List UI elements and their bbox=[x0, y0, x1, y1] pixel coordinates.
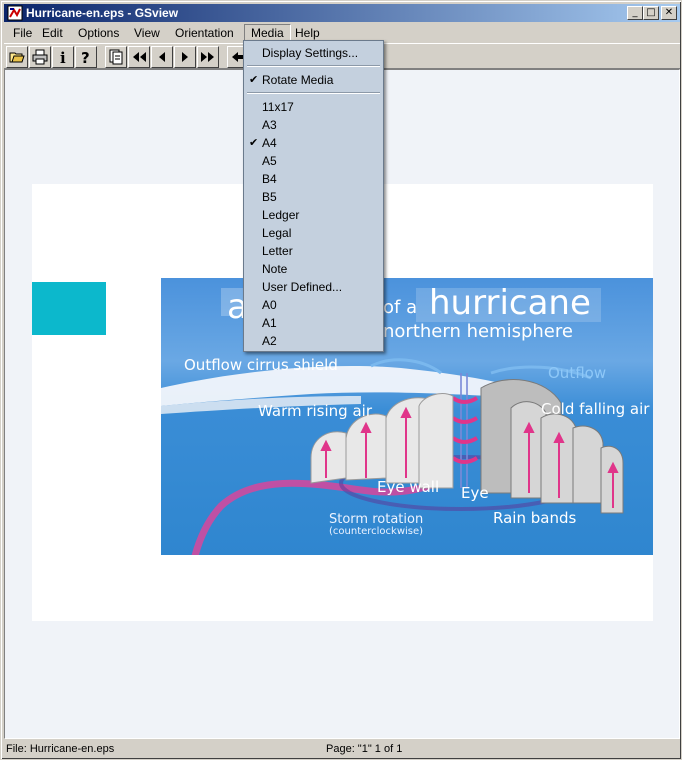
menu-item-ledger[interactable]: Ledger bbox=[244, 206, 383, 224]
menu-item-user-defined[interactable]: User Defined... bbox=[244, 278, 383, 296]
menu-item-label: Display Settings... bbox=[262, 46, 359, 60]
page-select-icon bbox=[109, 49, 123, 65]
svg-text:?: ? bbox=[81, 49, 90, 65]
art-title-of-a: of a bbox=[383, 297, 418, 318]
label-rain-bands: Rain bands bbox=[493, 509, 577, 527]
cyan-rectangle bbox=[32, 282, 106, 335]
open-icon bbox=[9, 52, 25, 63]
open-button[interactable] bbox=[6, 46, 28, 68]
label-warm-rising-air: Warm rising air bbox=[258, 402, 372, 420]
first-page-icon bbox=[133, 52, 146, 62]
checkmark-icon: ✔ bbox=[249, 137, 259, 149]
label-counterclockwise: (counterclockwise) bbox=[329, 526, 424, 537]
info-button[interactable]: i bbox=[52, 46, 74, 68]
print-icon bbox=[32, 49, 48, 65]
menu-file[interactable]: File bbox=[7, 24, 38, 42]
label-eye-wall: Eye wall bbox=[377, 478, 440, 496]
label-storm-rotation: Storm rotation bbox=[329, 512, 424, 527]
menu-item-label: 11x17 bbox=[262, 100, 294, 114]
minimize-button[interactable]: _ bbox=[627, 6, 643, 20]
art-title-hurricane: hurricane bbox=[429, 283, 591, 323]
menu-item-b5[interactable]: B5 bbox=[244, 188, 383, 206]
next-page-button[interactable] bbox=[174, 46, 196, 68]
prev-page-button[interactable] bbox=[151, 46, 173, 68]
status-page-info: Page: "1" 1 of 1 bbox=[326, 743, 403, 755]
last-page-button[interactable] bbox=[197, 46, 219, 68]
menu-item-letter[interactable]: Letter bbox=[244, 242, 383, 260]
menu-item-label: A4 bbox=[262, 136, 277, 150]
label-eye: Eye bbox=[461, 484, 489, 502]
menu-item-legal[interactable]: Legal bbox=[244, 224, 383, 242]
menu-item-label: User Defined... bbox=[262, 280, 343, 294]
art-subtitle: northern hemisphere bbox=[383, 321, 573, 342]
menu-edit[interactable]: Edit bbox=[36, 24, 69, 42]
last-page-icon bbox=[201, 52, 214, 62]
hurricane-illustration: a of a hurricane northern hemisphere Out… bbox=[161, 278, 653, 555]
menu-item-label: A5 bbox=[262, 154, 277, 168]
page-select-button[interactable] bbox=[105, 46, 127, 68]
help-button[interactable]: ? bbox=[75, 46, 97, 68]
menu-item-note[interactable]: Note bbox=[244, 260, 383, 278]
menu-options[interactable]: Options bbox=[72, 24, 125, 42]
close-button[interactable]: ✕ bbox=[661, 6, 677, 20]
status-bar: File: Hurricane-en.eps Page: "1" 1 of 1 bbox=[4, 740, 680, 758]
menu-item-b4[interactable]: B4 bbox=[244, 170, 383, 188]
menu-item-rotate-media[interactable]: ✔ Rotate Media bbox=[244, 71, 383, 89]
first-page-button[interactable] bbox=[128, 46, 150, 68]
menu-item-label: A0 bbox=[262, 298, 277, 312]
menu-item-label: B4 bbox=[262, 172, 277, 186]
next-page-icon bbox=[182, 52, 188, 62]
menu-item-label: Ledger bbox=[262, 208, 300, 222]
menu-item-label: Rotate Media bbox=[262, 73, 334, 87]
media-dropdown-menu: Display Settings... ✔ Rotate Media 11x17 … bbox=[243, 40, 384, 352]
menu-item-label: Letter bbox=[262, 244, 293, 258]
label-outflow-cirrus: Outflow cirrus shield bbox=[184, 356, 338, 374]
menu-item-a1[interactable]: A1 bbox=[244, 314, 383, 332]
print-button[interactable] bbox=[29, 46, 51, 68]
menu-separator bbox=[247, 65, 380, 67]
menu-item-a5[interactable]: A5 bbox=[244, 152, 383, 170]
menu-item-a2[interactable]: A2 bbox=[244, 332, 383, 350]
label-outflow: Outflow bbox=[548, 364, 607, 382]
help-icon: ? bbox=[81, 49, 90, 65]
checkmark-icon: ✔ bbox=[249, 74, 259, 86]
window-title: Hurricane-en.eps - GSview bbox=[26, 6, 179, 20]
menu-item-a0[interactable]: A0 bbox=[244, 296, 383, 314]
menu-view[interactable]: View bbox=[128, 24, 166, 42]
menu-item-label: A2 bbox=[262, 334, 277, 348]
title-bar[interactable]: Hurricane-en.eps - GSview _ □ ✕ bbox=[4, 4, 680, 22]
menu-item-label: A3 bbox=[262, 118, 277, 132]
prev-page-icon bbox=[159, 52, 165, 62]
menu-item-a4[interactable]: ✔ A4 bbox=[244, 134, 383, 152]
menu-item-a3[interactable]: A3 bbox=[244, 116, 383, 134]
menu-item-label: A1 bbox=[262, 316, 277, 330]
info-icon: i bbox=[60, 49, 66, 65]
menu-item-label: Legal bbox=[262, 226, 292, 240]
menu-item-display-settings[interactable]: Display Settings... bbox=[244, 44, 383, 62]
gsview-app-icon[interactable] bbox=[7, 5, 23, 21]
maximize-button[interactable]: □ bbox=[643, 6, 659, 20]
menu-item-label: Note bbox=[262, 262, 288, 276]
svg-text:i: i bbox=[60, 49, 66, 65]
menu-separator bbox=[247, 92, 380, 94]
menu-item-label: B5 bbox=[262, 190, 277, 204]
menu-item-11x17[interactable]: 11x17 bbox=[244, 98, 383, 116]
status-file-name: File: Hurricane-en.eps bbox=[6, 743, 115, 755]
label-cold-falling-air: Cold falling air bbox=[541, 400, 650, 418]
menu-orientation[interactable]: Orientation bbox=[169, 24, 240, 42]
